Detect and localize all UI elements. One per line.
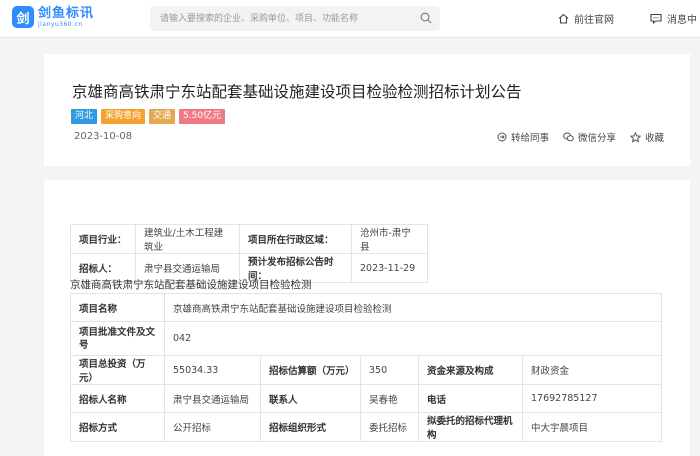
table-row: 项目行业： 建筑业/土木工程建筑业 项目所在行政区域： 沧州市-肃宁县 <box>70 224 428 254</box>
table-row: 项目批准文件及文号 042 <box>70 321 662 356</box>
logo-name: 剑鱼标讯 <box>38 5 95 21</box>
publish-time-value: 2023-11-29 <box>351 253 428 283</box>
project-info-table: 项目名称 京雄商高铁肃宁东站配套基础设施建设项目检验检测 项目批准文件及文号 0… <box>70 293 662 442</box>
wechat-icon <box>563 132 574 142</box>
logo-text: 剑鱼标讯 jianyu360.cn <box>38 7 94 28</box>
project-name-label: 项目名称 <box>70 293 165 322</box>
estimate-value: 350 <box>360 355 419 385</box>
region-value: 沧州市-肃宁县 <box>351 224 428 254</box>
top-bar: 剑 剑鱼标讯 jianyu360.cn 前往官网 消息中 <box>0 0 700 38</box>
summary-table: 项目行业： 建筑业/土木工程建筑业 项目所在行政区域： 沧州市-肃宁县 招标人：… <box>70 224 428 283</box>
favorite-button[interactable]: 收藏 <box>629 130 664 144</box>
tag-notice-type[interactable]: 采购意向 <box>101 109 146 124</box>
region-label: 项目所在行政区域： <box>239 224 352 254</box>
forward-label: 转给同事 <box>510 133 549 144</box>
tenderee-name-label: 招标人名称 <box>70 384 165 413</box>
forward-icon <box>497 132 507 142</box>
page-title: 京雄商高铁肃宁东站配套基础设施建设项目检验检测招标计划公告 <box>72 83 522 101</box>
section-title: 京雄商高铁肃宁东站配套基础设施建设项目检验检测 <box>70 277 312 294</box>
industry-label: 项目行业： <box>70 224 136 254</box>
approval-label: 项目批准文件及文号 <box>70 321 165 356</box>
contact-value: 吴春艳 <box>360 384 419 413</box>
wechat-share-label: 微信分享 <box>577 133 616 144</box>
search-box <box>150 6 440 31</box>
table-row: 招标人名称 肃宁县交通运输局 联系人 吴春艳 电话 17692785127 <box>70 384 662 413</box>
home-icon <box>558 13 569 24</box>
star-icon <box>629 131 641 143</box>
search-input[interactable] <box>150 6 410 31</box>
estimate-label: 招标估算额（万元） <box>260 355 361 385</box>
logo[interactable]: 剑 剑鱼标讯 jianyu360.cn <box>12 6 94 28</box>
fund-source-value: 财政资金 <box>522 355 662 385</box>
logo-mark: 剑 <box>12 6 34 28</box>
tenderee-name-value: 肃宁县交通运输局 <box>164 384 261 413</box>
industry-value: 建筑业/土木工程建筑业 <box>135 224 240 254</box>
official-site-link[interactable]: 前往官网 <box>558 11 614 26</box>
tag-amount: 5.50亿元 <box>179 109 226 124</box>
fund-source-label: 资金来源及构成 <box>418 355 523 385</box>
tag-industry[interactable]: 交通 <box>149 109 176 124</box>
approval-value: 042 <box>164 321 662 356</box>
table-row: 项目名称 京雄商高铁肃宁东站配套基础设施建设项目检验检测 <box>70 293 662 322</box>
phone-label: 电话 <box>418 384 523 413</box>
forward-button[interactable]: 转给同事 <box>497 130 549 144</box>
wechat-share-button[interactable]: 微信分享 <box>563 130 616 144</box>
tender-method-value: 公开招标 <box>164 412 261 442</box>
investment-value: 55034.33 <box>164 355 261 385</box>
notice-actions: 转给同事 微信分享 收藏 <box>483 130 664 144</box>
official-site-label: 前往官网 <box>574 15 614 26</box>
investment-label: 项目总投资（万元） <box>70 355 165 385</box>
logo-subtitle: jianyu360.cn <box>38 20 83 28</box>
agency-label: 拟委托的招标代理机构 <box>418 412 523 442</box>
table-row: 项目总投资（万元） 55034.33 招标估算额（万元） 350 资金来源及构成… <box>70 355 662 385</box>
favorite-label: 收藏 <box>644 133 664 144</box>
messages-label: 消息中 <box>667 15 697 26</box>
phone-value: 17692785127 <box>522 384 662 413</box>
org-form-value: 委托招标 <box>360 412 419 442</box>
tender-method-label: 招标方式 <box>70 412 165 442</box>
notice-detail-card: 项目行业： 建筑业/土木工程建筑业 项目所在行政区域： 沧州市-肃宁县 招标人：… <box>44 180 690 456</box>
publish-date: 2023-10-08 <box>74 131 133 142</box>
table-row: 招标方式 公开招标 招标组织形式 委托招标 拟委托的招标代理机构 中大宇晨项目 <box>70 412 662 442</box>
tag-list: 河北 采购意向 交通 5.50亿元 <box>71 109 229 124</box>
notice-header-card: 京雄商高铁肃宁东站配套基础设施建设项目检验检测招标计划公告 河北 采购意向 交通… <box>44 54 690 166</box>
agency-value: 中大宇晨项目 <box>522 412 662 442</box>
tag-region[interactable]: 河北 <box>71 109 98 124</box>
org-form-label: 招标组织形式 <box>260 412 361 442</box>
message-icon <box>650 13 662 24</box>
messages-link[interactable]: 消息中 <box>650 11 697 26</box>
search-icon[interactable] <box>420 12 432 24</box>
contact-label: 联系人 <box>260 384 361 413</box>
project-name-value: 京雄商高铁肃宁东站配套基础设施建设项目检验检测 <box>164 293 662 322</box>
